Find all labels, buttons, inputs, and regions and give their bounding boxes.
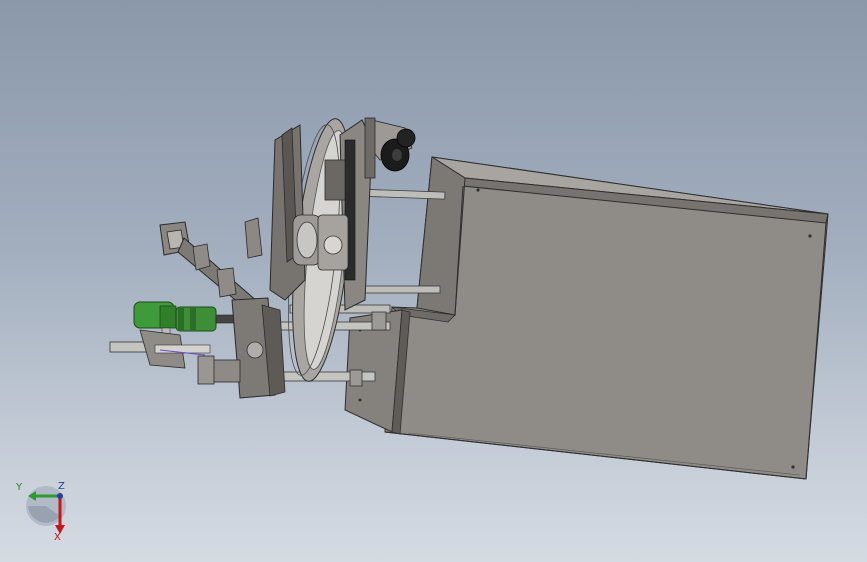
triad-y-label: Y: [16, 482, 23, 493]
left-rod-assembly[interactable]: [109, 329, 215, 385]
triad-z-label: Z: [58, 481, 65, 492]
main-housing-box[interactable]: [384, 156, 829, 480]
motor-black[interactable]: [364, 117, 416, 179]
coordinate-triad: Y Z X: [14, 478, 74, 548]
triad-x-label: X: [54, 532, 61, 543]
triad-graphic: [26, 486, 66, 534]
cad-model-assembly[interactable]: [0, 0, 867, 562]
graphics-viewport[interactable]: Y Z X: [0, 0, 867, 562]
